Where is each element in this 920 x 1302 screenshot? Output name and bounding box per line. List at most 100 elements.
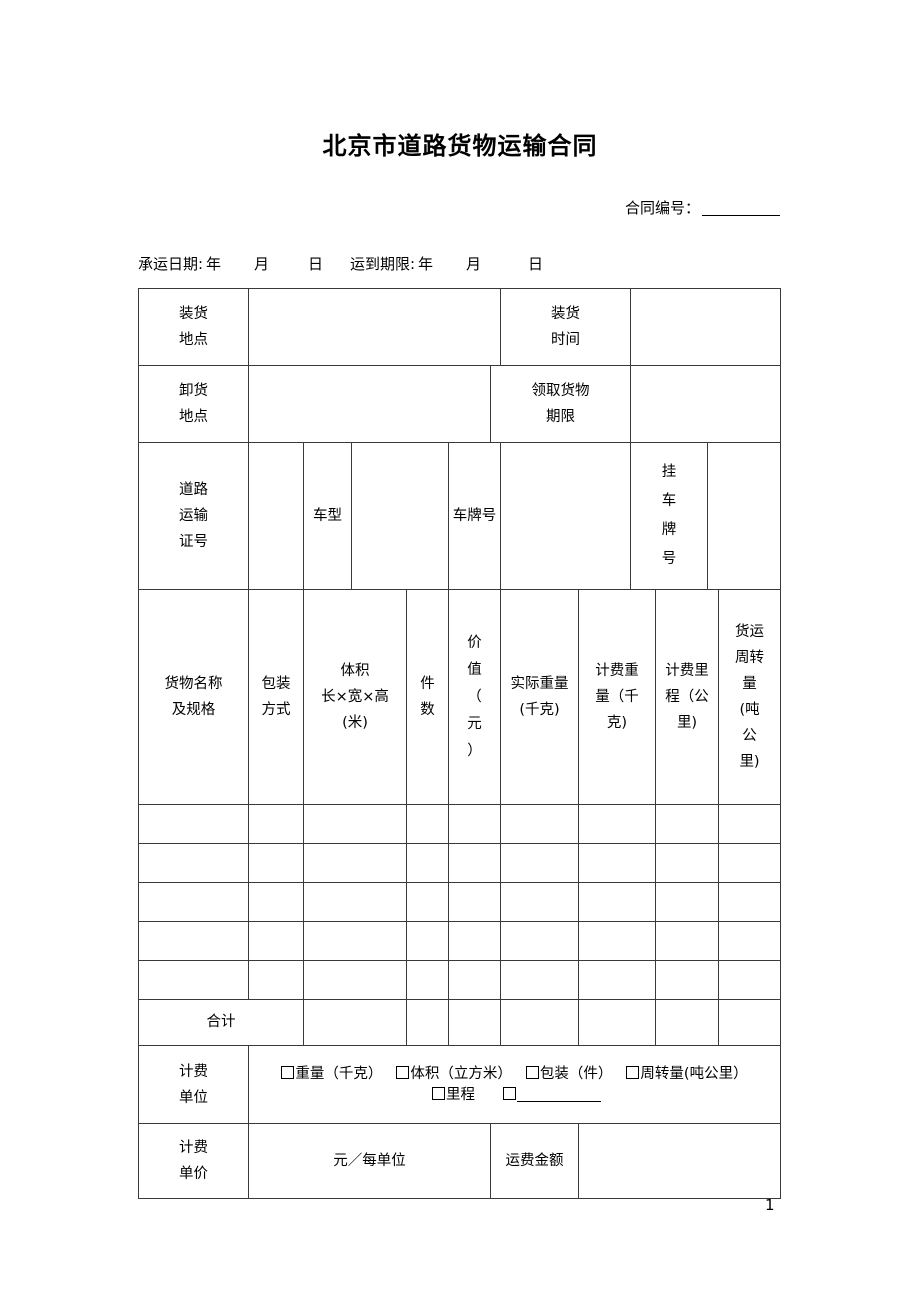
cell-volume[interactable] bbox=[303, 960, 407, 1000]
total-charge-distance[interactable] bbox=[655, 999, 720, 1046]
cell-actual-weight[interactable] bbox=[500, 843, 579, 883]
per-unit-price[interactable]: 元／每单位 bbox=[248, 1123, 491, 1199]
table-row-unload-place: 卸货 地点 领取货物 期限 bbox=[138, 365, 782, 443]
cell-turnover[interactable] bbox=[718, 804, 782, 844]
charge-unit-option-weight[interactable]: 重量（千克） bbox=[281, 1064, 382, 1085]
total-label: 合计 bbox=[138, 999, 304, 1046]
cell-value[interactable] bbox=[448, 882, 501, 922]
cell-actual-weight[interactable] bbox=[500, 804, 579, 844]
cell-turnover[interactable] bbox=[718, 882, 782, 922]
cell-charge-distance[interactable] bbox=[655, 960, 720, 1000]
charge-unit-option-turnover[interactable]: 周转量(吨公里） bbox=[626, 1064, 748, 1085]
cell-turnover[interactable] bbox=[718, 921, 782, 961]
checkbox-icon[interactable] bbox=[396, 1065, 410, 1079]
charge-unit-label: 计费 单位 bbox=[138, 1045, 249, 1124]
freight-amount-value[interactable] bbox=[577, 1123, 782, 1199]
cell-charge-weight[interactable] bbox=[577, 843, 657, 883]
cell-value[interactable] bbox=[448, 921, 501, 961]
cell-value[interactable] bbox=[448, 843, 501, 883]
trailer-plate-label: 挂 车 牌 号 bbox=[630, 442, 709, 590]
arrive-deadline-month[interactable]: 月 bbox=[466, 253, 528, 274]
plate-number-value[interactable] bbox=[499, 442, 632, 590]
header-packing: 包装 方式 bbox=[248, 589, 304, 805]
plate-number-label: 车牌号 bbox=[448, 442, 501, 590]
cell-actual-weight[interactable] bbox=[500, 921, 579, 961]
transport-permit-label: 道路 运输 证号 bbox=[138, 442, 249, 590]
cell-packing[interactable] bbox=[248, 921, 304, 961]
total-actual-weight[interactable] bbox=[500, 999, 579, 1046]
cell-actual-weight[interactable] bbox=[500, 960, 579, 1000]
checkbox-icon[interactable] bbox=[432, 1086, 446, 1100]
header-charge-weight: 计费重 量（千 克) bbox=[577, 589, 657, 805]
carry-date-day[interactable]: 日 bbox=[308, 253, 350, 274]
cell-goods-name[interactable] bbox=[138, 882, 249, 922]
contract-number-blank[interactable] bbox=[702, 215, 780, 216]
cell-charge-distance[interactable] bbox=[655, 882, 720, 922]
charge-unit-option-volume[interactable]: 体积（立方米） bbox=[396, 1064, 512, 1085]
cell-packing[interactable] bbox=[248, 882, 304, 922]
cell-volume[interactable] bbox=[303, 921, 407, 961]
load-place-value[interactable] bbox=[248, 288, 501, 366]
checkbox-icon[interactable] bbox=[525, 1065, 539, 1079]
cell-charge-weight[interactable] bbox=[577, 921, 657, 961]
cell-turnover[interactable] bbox=[718, 843, 782, 883]
header-actual-weight: 实际重量 (千克) bbox=[500, 589, 579, 805]
cell-value[interactable] bbox=[448, 960, 501, 1000]
total-value[interactable] bbox=[448, 999, 501, 1046]
total-pieces[interactable] bbox=[406, 999, 449, 1046]
cell-goods-name[interactable] bbox=[138, 804, 249, 844]
transport-permit-value[interactable] bbox=[248, 442, 304, 590]
header-pieces: 件 数 bbox=[406, 589, 449, 805]
contract-number-label: 合同编号： bbox=[624, 199, 700, 217]
cell-pieces[interactable] bbox=[406, 882, 449, 922]
checkbox-icon[interactable] bbox=[503, 1086, 517, 1100]
checkbox-icon[interactable] bbox=[281, 1065, 295, 1079]
charge-unit-options: 重量（千克） 体积（立方米） 包装（件） 周转量(吨公里） 里程 bbox=[247, 1045, 782, 1124]
arrive-deadline-day[interactable]: 日 bbox=[528, 255, 543, 273]
cell-charge-distance[interactable] bbox=[655, 921, 720, 961]
unload-place-value[interactable] bbox=[248, 365, 491, 443]
cell-turnover[interactable] bbox=[718, 960, 782, 1000]
cell-goods-name[interactable] bbox=[138, 843, 249, 883]
total-turnover[interactable] bbox=[718, 999, 782, 1046]
cell-volume[interactable] bbox=[303, 843, 407, 883]
cell-packing[interactable] bbox=[248, 960, 304, 1000]
carry-date-year[interactable]: 年 bbox=[206, 253, 254, 274]
unload-place-label: 卸货 地点 bbox=[138, 365, 249, 443]
cell-volume[interactable] bbox=[303, 804, 407, 844]
charge-unit-other-blank[interactable] bbox=[517, 1100, 602, 1102]
table-row bbox=[138, 882, 782, 922]
arrive-deadline-label: 运到期限: bbox=[350, 255, 416, 273]
cell-pieces[interactable] bbox=[406, 960, 449, 1000]
total-charge-weight[interactable] bbox=[577, 999, 657, 1046]
cell-goods-name[interactable] bbox=[138, 960, 249, 1000]
trailer-plate-value[interactable] bbox=[707, 442, 782, 590]
pickup-deadline-value[interactable] bbox=[630, 365, 782, 443]
load-time-value[interactable] bbox=[630, 288, 782, 366]
page-title: 北京市道路货物运输合同 bbox=[322, 132, 598, 160]
charge-unit-option-packing[interactable]: 包装（件） bbox=[525, 1064, 612, 1085]
cell-pieces[interactable] bbox=[406, 921, 449, 961]
cell-pieces[interactable] bbox=[406, 804, 449, 844]
cell-volume[interactable] bbox=[303, 882, 407, 922]
cell-packing[interactable] bbox=[248, 804, 304, 844]
cell-charge-weight[interactable] bbox=[577, 882, 657, 922]
cell-charge-distance[interactable] bbox=[655, 843, 720, 883]
cell-goods-name[interactable] bbox=[138, 921, 249, 961]
carry-date-month[interactable]: 月 bbox=[254, 253, 308, 274]
cell-value[interactable] bbox=[448, 804, 501, 844]
cell-packing[interactable] bbox=[248, 843, 304, 883]
checkbox-icon[interactable] bbox=[626, 1065, 640, 1079]
vehicle-model-value[interactable] bbox=[351, 442, 449, 590]
contract-form-table: 装货 地点 装货 时间 卸货 地点 领取货物 期限 道路 运输 证号 车型 车牌… bbox=[138, 288, 782, 1199]
cell-actual-weight[interactable] bbox=[500, 882, 579, 922]
total-volume[interactable] bbox=[303, 999, 407, 1046]
charge-unit-option-distance[interactable]: 里程 bbox=[432, 1085, 475, 1106]
cell-charge-weight[interactable] bbox=[577, 960, 657, 1000]
charge-unit-option-other[interactable] bbox=[503, 1085, 602, 1106]
cell-pieces[interactable] bbox=[406, 843, 449, 883]
cell-charge-distance[interactable] bbox=[655, 804, 720, 844]
cell-charge-weight[interactable] bbox=[577, 804, 657, 844]
arrive-deadline-year[interactable]: 年 bbox=[418, 253, 466, 274]
page-number: 1 bbox=[765, 1196, 775, 1214]
